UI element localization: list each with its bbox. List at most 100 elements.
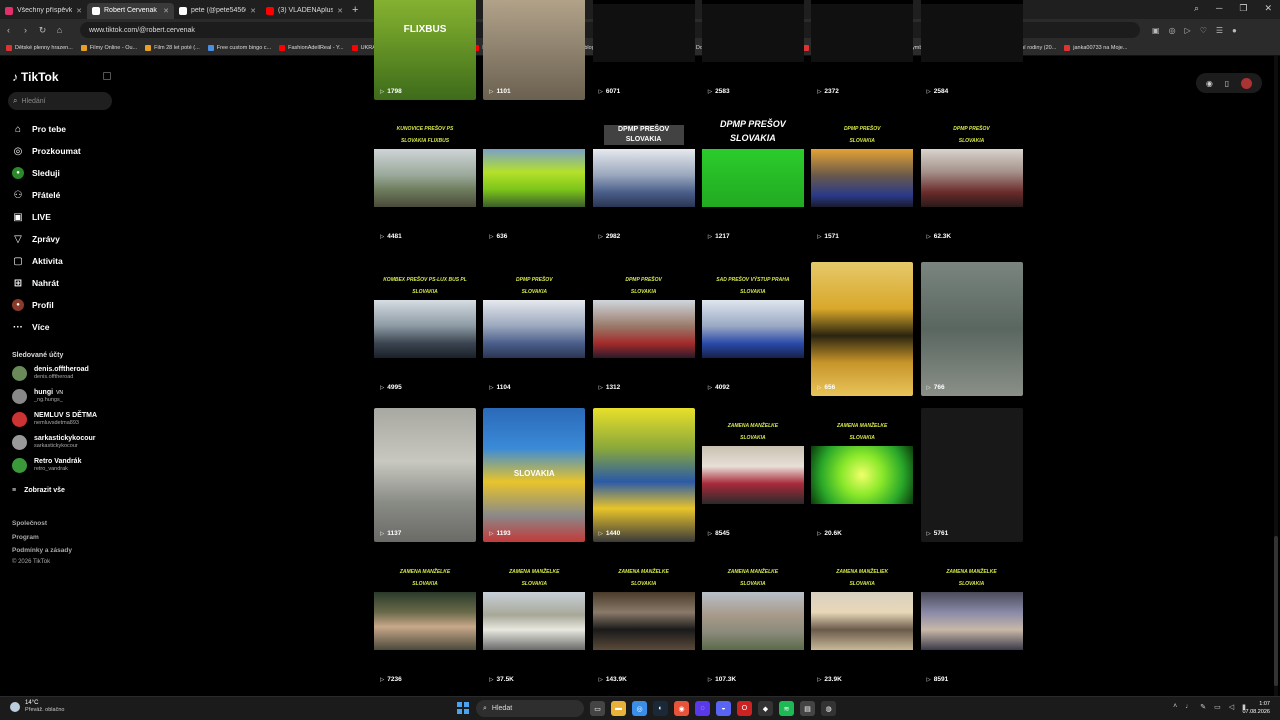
video-card[interactable]: ZAMENA MANŽELKE SLOVAKIA ▷ 8545: [701, 408, 804, 542]
video-card[interactable]: ▷ 2583: [701, 0, 804, 100]
followed-account[interactable]: NEMLUV S DĚTMA nemluvsdetma893: [12, 408, 112, 430]
video-card[interactable]: ▷ 1440: [592, 408, 695, 542]
bookmark-item[interactable]: Filmy Online - Ou...: [80, 45, 137, 51]
nav-item-more[interactable]: ··· Více: [0, 316, 120, 338]
followed-account[interactable]: hungi VN _ng.hungs_: [12, 385, 112, 407]
task-view-icon[interactable]: ▭: [590, 701, 605, 716]
start-button[interactable]: [457, 702, 469, 714]
network-icon[interactable]: ▭: [1214, 703, 1221, 711]
volume-icon[interactable]: ◁: [1229, 703, 1234, 711]
compass-icon[interactable]: ◉: [1206, 79, 1213, 88]
spotify-icon[interactable]: ≋: [779, 701, 794, 716]
video-card[interactable]: ▷ 1137: [374, 408, 476, 542]
video-card[interactable]: ▷ 6071: [592, 0, 695, 100]
video-card[interactable]: DPMP PREŠOV SLOVAKIA ▷ 2982: [592, 111, 695, 245]
reload-button[interactable]: ↻: [34, 25, 51, 36]
nav-item-upload[interactable]: ⊞ Nahrát: [0, 272, 120, 294]
video-card[interactable]: SAD PREŠOV VÝSTUP PRAHA SLOVAKIA ▷ 4092: [701, 262, 804, 396]
browser-tab[interactable]: Všechny příspěvky • Insta✕: [0, 3, 87, 19]
back-button[interactable]: ‹: [0, 25, 17, 35]
followed-account[interactable]: denis.offtheroad denis.offtheroad: [12, 362, 112, 384]
footer-terms[interactable]: Podmínky a zásady: [12, 547, 72, 554]
video-card[interactable]: DPMP PREŠOV SLOVAKIA ▷ 1217: [701, 111, 804, 245]
menu-icon[interactable]: ☰: [1216, 26, 1223, 35]
browser-icon[interactable]: ◌: [695, 701, 710, 716]
scrollbar[interactable]: [1274, 56, 1278, 696]
footer-program[interactable]: Program: [12, 534, 39, 541]
video-card[interactable]: SLOVAKIA ▷ 1193: [483, 408, 586, 542]
extension-icon[interactable]: ▣: [1152, 26, 1160, 35]
nav-item-compass[interactable]: ◎ Prozkoumat: [0, 140, 120, 162]
close-tab-icon[interactable]: ✕: [250, 7, 256, 15]
video-card[interactable]: KOMBEX PREŠOV PS-LUX BUS PL SLOVAKIA ▷ 499…: [374, 262, 476, 396]
video-card[interactable]: KUNOVICE PREŠOV PS SLOVAKIA FLIXBUS ▷ 4481: [374, 111, 476, 245]
bookmark-item[interactable]: Film 28 let poté (...: [145, 45, 200, 51]
video-card[interactable]: ZAMENA MANŽELKE SLOVAKIA ▷ 107.3K: [701, 554, 804, 688]
bookmark-item[interactable]: janka00733 na Moje...: [1064, 45, 1127, 51]
close-window-button[interactable]: ✕: [1264, 3, 1272, 14]
discord-icon[interactable]: ◒: [716, 701, 731, 716]
video-card[interactable]: ▷ 5761: [920, 408, 1023, 542]
nav-item-home[interactable]: ⌂ Pro tebe: [0, 118, 120, 140]
collapse-sidebar-icon[interactable]: [103, 72, 111, 80]
forward-button[interactable]: ›: [17, 25, 34, 35]
browser-tab[interactable]: pete (@pete54560) | TikT ✕: [174, 3, 261, 19]
mic-icon[interactable]: ♩: [1185, 703, 1192, 711]
scrollbar-thumb[interactable]: [1274, 536, 1278, 686]
nav-item-friends[interactable]: ⚇ Přátelé: [0, 184, 120, 206]
device-icon[interactable]: ▯: [1225, 79, 1229, 88]
video-card[interactable]: ZAMENA MANŽELIEK SLOVAKIA ▷ 23.9K: [811, 554, 914, 688]
nav-item-messages[interactable]: ▽ Zprávy: [0, 228, 120, 250]
followed-account[interactable]: Retro Vandrák retro_vandrak: [12, 454, 112, 476]
video-card[interactable]: ZAMENA MANŽELKE SLOVAKIA ▷ 8591: [920, 554, 1023, 688]
nav-item-following[interactable]: ● Sleduji: [0, 162, 120, 184]
chevron-up-icon[interactable]: ˄: [1173, 703, 1177, 711]
maximize-button[interactable]: ❐: [1239, 3, 1247, 14]
clock[interactable]: 1:07 07.08.2026: [1242, 700, 1270, 716]
video-card[interactable]: ▷ 1101: [483, 0, 586, 100]
app-icon[interactable]: ◍: [821, 701, 836, 716]
video-card[interactable]: ZAMENA MANŽELKE SLOVAKIA ▷ 143.9K: [592, 554, 695, 688]
close-tab-icon[interactable]: ✕: [337, 7, 343, 15]
opera-icon[interactable]: O: [737, 701, 752, 716]
nav-item-activity[interactable]: ▢ Aktivita: [0, 250, 120, 272]
search-tabs-icon[interactable]: ⌕: [1194, 3, 1199, 14]
tiktok-logo[interactable]: ♪ TikTok: [12, 70, 59, 84]
favorite-icon[interactable]: ♡: [1200, 26, 1207, 35]
browser-tab[interactable]: (3) VLADĚNAplus - YouTu✕: [261, 3, 348, 19]
file-explorer-icon[interactable]: ▬: [611, 701, 626, 716]
video-card[interactable]: ▷ 2372: [811, 0, 914, 100]
chrome-icon[interactable]: ◎: [632, 701, 647, 716]
video-card[interactable]: DPMP PREŠOV SLOVAKIA ▷ 62.3K: [920, 111, 1023, 245]
close-tab-icon[interactable]: ✕: [163, 7, 169, 15]
profile-icon[interactable]: ●: [1232, 26, 1237, 35]
footer-company[interactable]: Společnost: [12, 520, 47, 527]
video-card[interactable]: ▷ 656: [811, 262, 914, 396]
avatar[interactable]: [1241, 77, 1253, 89]
pen-icon[interactable]: ✎: [1200, 703, 1206, 711]
bookmark-item[interactable]: Free custom bingo c...: [207, 45, 271, 51]
video-card[interactable]: DPMP PREŠOV SLOVAKIA ▷ 1571: [811, 111, 914, 245]
bookmark-item[interactable]: Dětské plenny hrazen...: [6, 45, 73, 51]
extension-icon[interactable]: ▷: [1185, 26, 1191, 35]
firefox-icon[interactable]: ◉: [674, 701, 689, 716]
video-card[interactable]: ▷ 766: [920, 262, 1023, 396]
new-tab-button[interactable]: +: [352, 4, 358, 16]
home-button[interactable]: ⌂: [51, 25, 68, 35]
weather-widget[interactable]: 14°C Převáž. oblačno: [10, 700, 64, 714]
bookmark-item[interactable]: FashionAdellReal - Y...: [279, 45, 344, 51]
video-card[interactable]: ▷ 2584: [920, 0, 1023, 100]
video-card[interactable]: DPMP PREŠOV SLOVAKIA ▷ 1104: [483, 262, 586, 396]
extension-icon[interactable]: ◎: [1169, 26, 1176, 35]
close-tab-icon[interactable]: ✕: [76, 7, 82, 15]
video-card[interactable]: FLIXBUS ▷ 1798: [374, 0, 476, 100]
nav-item-live[interactable]: ▣ LIVE: [0, 206, 120, 228]
app-icon[interactable]: ◆: [758, 701, 773, 716]
followed-account[interactable]: sarkastickykocour sarkastickykocour: [12, 431, 112, 453]
video-card[interactable]: ZAMENA MANŽELKE SLOVAKIA ▷ 37.5K: [483, 554, 586, 688]
video-card[interactable]: ZAMENA MANŽELKE SLOVAKIA ▷ 7236: [374, 554, 476, 688]
steam-icon[interactable]: ◐: [653, 701, 668, 716]
minimize-button[interactable]: ─: [1216, 3, 1222, 14]
video-card[interactable]: DPMP PREŠOV SLOVAKIA ▷ 1312: [592, 262, 695, 396]
taskbar-search[interactable]: ⌕ Hledat: [476, 700, 584, 717]
